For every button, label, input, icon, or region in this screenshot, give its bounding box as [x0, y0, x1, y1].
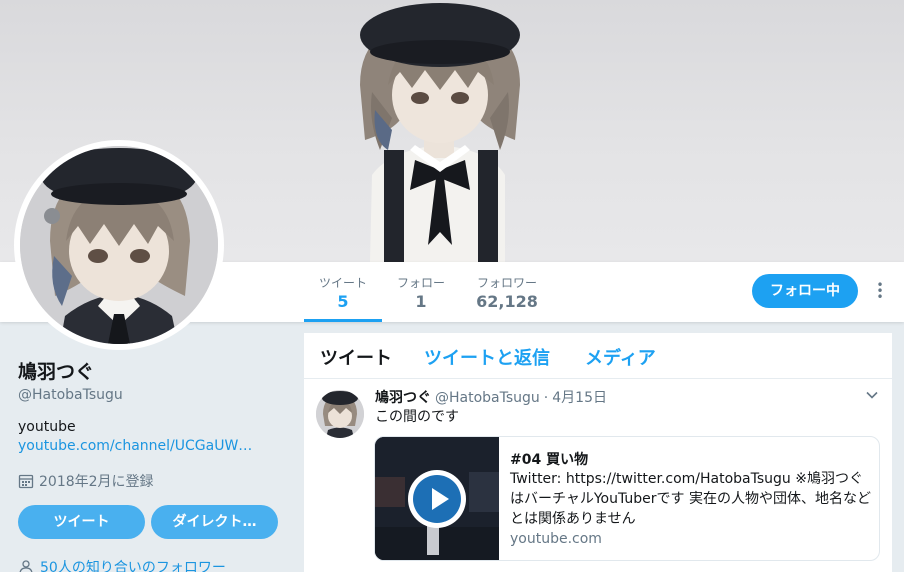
profile-joined: 2018年2月に登録 — [18, 471, 154, 491]
direct-message-button[interactable]: ダイレクト… — [151, 505, 278, 539]
profile-name[interactable]: 鳩羽つぐ — [18, 357, 94, 384]
tweet-date[interactable]: 4月15日 — [552, 387, 607, 407]
stat-followers-value: 62,128 — [476, 292, 538, 311]
play-button-icon[interactable] — [408, 470, 466, 528]
link-card[interactable]: #04 買い物 Twitter: https://twitter.com/Hat… — [374, 436, 880, 561]
stat-following-label: フォロー — [396, 276, 445, 290]
stat-followers-label: フォロワー — [476, 276, 537, 290]
profile-bio: youtube — [18, 419, 76, 435]
stat-following-value: 1 — [415, 292, 427, 311]
profile-joined-text: 2018年2月に登録 — [39, 474, 154, 490]
tweet-author-handle[interactable]: @HatobaTsugu — [435, 390, 540, 406]
tweet-author-name[interactable]: 鳩羽つぐ — [375, 387, 431, 407]
tab-tweets[interactable]: ツイート — [320, 344, 392, 370]
card-description: Twitter: https://twitter.com/HatobaTsugu… — [510, 471, 871, 527]
stat-tweets-value: 5 — [337, 292, 349, 311]
profile-handle[interactable]: @HatobaTsugu — [18, 387, 123, 403]
tweet-text: この間のです — [375, 409, 459, 425]
chevron-down-icon[interactable] — [865, 388, 879, 402]
tweet-avatar-illustration — [316, 390, 364, 438]
more-options-icon[interactable]: • • • — [874, 279, 886, 303]
tweet-separator: · — [543, 390, 549, 406]
stat-following[interactable]: フォロー 1 — [390, 262, 452, 322]
followers-you-know[interactable]: 50人の知り合いのフォロワー — [18, 557, 226, 572]
calendar-icon — [18, 474, 34, 489]
card-domain: youtube.com — [510, 531, 602, 547]
following-button[interactable]: フォロー中 — [752, 274, 858, 308]
profile-url-link[interactable]: youtube.com/channel/UCGaUW… — [18, 438, 252, 454]
tweet-header: 鳩羽つぐ @HatobaTsugu · 4月15日 — [375, 387, 607, 407]
tweet-avatar[interactable] — [316, 390, 364, 438]
person-icon — [19, 560, 33, 572]
tab-tweets-and-replies[interactable]: ツイートと返信 — [424, 344, 550, 370]
stat-tweets[interactable]: ツイート 5 — [304, 262, 382, 322]
card-title[interactable]: #04 買い物 — [510, 449, 588, 469]
stat-followers[interactable]: フォロワー 62,128 — [466, 262, 548, 322]
tab-media[interactable]: メディア — [585, 344, 656, 370]
tweet-to-button[interactable]: ツイート — [18, 505, 145, 539]
stat-tweets-label: ツイート — [318, 276, 367, 290]
profile-avatar[interactable] — [14, 140, 224, 350]
avatar-illustration — [20, 146, 218, 344]
timeline-tabs: ツイート ツイートと返信 メディア — [304, 333, 892, 379]
followers-you-know-text[interactable]: 50人の知り合いのフォロワー — [40, 557, 226, 572]
video-thumbnail[interactable] — [375, 437, 499, 560]
